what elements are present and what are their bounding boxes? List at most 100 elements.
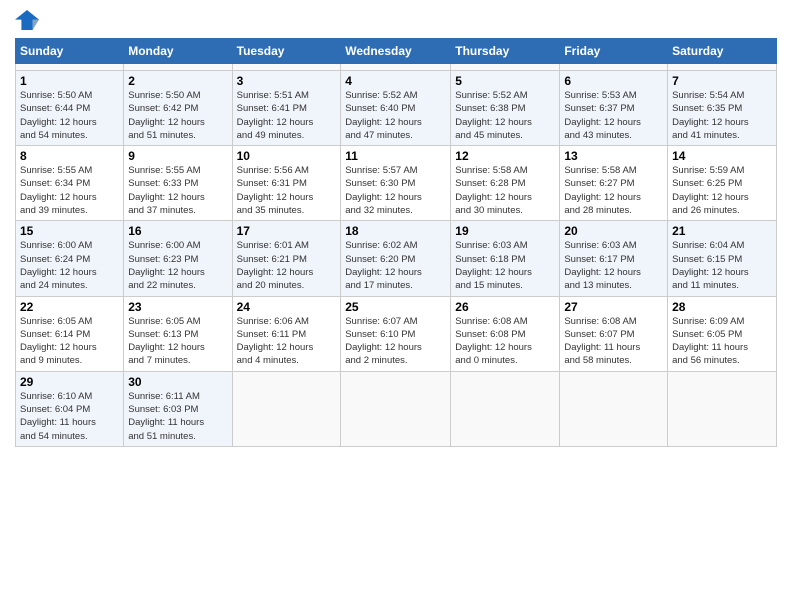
- calendar-cell: 4Sunrise: 5:52 AM Sunset: 6:40 PM Daylig…: [341, 71, 451, 146]
- day-info: Sunrise: 5:53 AM Sunset: 6:37 PM Dayligh…: [564, 89, 663, 142]
- col-header-tuesday: Tuesday: [232, 39, 341, 64]
- day-info: Sunrise: 5:50 AM Sunset: 6:44 PM Dayligh…: [20, 89, 119, 142]
- day-info: Sunrise: 6:00 AM Sunset: 6:23 PM Dayligh…: [128, 239, 227, 292]
- day-number: 18: [345, 224, 446, 238]
- day-number: 25: [345, 300, 446, 314]
- col-header-monday: Monday: [124, 39, 232, 64]
- calendar-cell: [560, 64, 668, 71]
- day-info: Sunrise: 6:06 AM Sunset: 6:11 PM Dayligh…: [237, 315, 337, 368]
- calendar-cell: 11Sunrise: 5:57 AM Sunset: 6:30 PM Dayli…: [341, 146, 451, 221]
- calendar-cell: [341, 64, 451, 71]
- calendar-cell: 23Sunrise: 6:05 AM Sunset: 6:13 PM Dayli…: [124, 296, 232, 371]
- day-info: Sunrise: 5:50 AM Sunset: 6:42 PM Dayligh…: [128, 89, 227, 142]
- col-header-saturday: Saturday: [668, 39, 777, 64]
- calendar-cell: 24Sunrise: 6:06 AM Sunset: 6:11 PM Dayli…: [232, 296, 341, 371]
- calendar-cell: 5Sunrise: 5:52 AM Sunset: 6:38 PM Daylig…: [451, 71, 560, 146]
- day-info: Sunrise: 5:55 AM Sunset: 6:34 PM Dayligh…: [20, 164, 119, 217]
- day-info: Sunrise: 6:09 AM Sunset: 6:05 PM Dayligh…: [672, 315, 772, 368]
- calendar-cell: 17Sunrise: 6:01 AM Sunset: 6:21 PM Dayli…: [232, 221, 341, 296]
- calendar-cell: 20Sunrise: 6:03 AM Sunset: 6:17 PM Dayli…: [560, 221, 668, 296]
- day-number: 21: [672, 224, 772, 238]
- day-number: 8: [20, 149, 119, 163]
- day-number: 17: [237, 224, 337, 238]
- day-number: 29: [20, 375, 119, 389]
- calendar-cell: 2Sunrise: 5:50 AM Sunset: 6:42 PM Daylig…: [124, 71, 232, 146]
- day-number: 1: [20, 74, 119, 88]
- calendar-cell: 30Sunrise: 6:11 AM Sunset: 6:03 PM Dayli…: [124, 371, 232, 446]
- week-row: 1Sunrise: 5:50 AM Sunset: 6:44 PM Daylig…: [16, 71, 777, 146]
- calendar-cell: 26Sunrise: 6:08 AM Sunset: 6:08 PM Dayli…: [451, 296, 560, 371]
- day-number: 26: [455, 300, 555, 314]
- calendar-cell: 12Sunrise: 5:58 AM Sunset: 6:28 PM Dayli…: [451, 146, 560, 221]
- week-row: 22Sunrise: 6:05 AM Sunset: 6:14 PM Dayli…: [16, 296, 777, 371]
- day-number: 14: [672, 149, 772, 163]
- day-info: Sunrise: 5:58 AM Sunset: 6:28 PM Dayligh…: [455, 164, 555, 217]
- col-header-wednesday: Wednesday: [341, 39, 451, 64]
- day-number: 30: [128, 375, 227, 389]
- day-number: 22: [20, 300, 119, 314]
- calendar-cell: [124, 64, 232, 71]
- day-number: 7: [672, 74, 772, 88]
- calendar-cell: 14Sunrise: 5:59 AM Sunset: 6:25 PM Dayli…: [668, 146, 777, 221]
- day-number: 6: [564, 74, 663, 88]
- calendar-cell: 7Sunrise: 5:54 AM Sunset: 6:35 PM Daylig…: [668, 71, 777, 146]
- calendar-cell: 13Sunrise: 5:58 AM Sunset: 6:27 PM Dayli…: [560, 146, 668, 221]
- header: [15, 10, 777, 30]
- day-number: 28: [672, 300, 772, 314]
- calendar-cell: [341, 371, 451, 446]
- calendar-cell: [668, 64, 777, 71]
- logo: [15, 10, 43, 30]
- main-container: SundayMondayTuesdayWednesdayThursdayFrid…: [0, 0, 792, 457]
- calendar-cell: [668, 371, 777, 446]
- week-row: 29Sunrise: 6:10 AM Sunset: 6:04 PM Dayli…: [16, 371, 777, 446]
- day-number: 11: [345, 149, 446, 163]
- day-info: Sunrise: 5:54 AM Sunset: 6:35 PM Dayligh…: [672, 89, 772, 142]
- day-info: Sunrise: 5:52 AM Sunset: 6:40 PM Dayligh…: [345, 89, 446, 142]
- day-number: 12: [455, 149, 555, 163]
- calendar-cell: [560, 371, 668, 446]
- calendar-cell: 3Sunrise: 5:51 AM Sunset: 6:41 PM Daylig…: [232, 71, 341, 146]
- day-number: 16: [128, 224, 227, 238]
- calendar-cell: 21Sunrise: 6:04 AM Sunset: 6:15 PM Dayli…: [668, 221, 777, 296]
- day-number: 3: [237, 74, 337, 88]
- day-info: Sunrise: 5:57 AM Sunset: 6:30 PM Dayligh…: [345, 164, 446, 217]
- day-info: Sunrise: 5:59 AM Sunset: 6:25 PM Dayligh…: [672, 164, 772, 217]
- week-row: [16, 64, 777, 71]
- day-info: Sunrise: 6:07 AM Sunset: 6:10 PM Dayligh…: [345, 315, 446, 368]
- calendar-cell: [232, 64, 341, 71]
- day-info: Sunrise: 6:05 AM Sunset: 6:14 PM Dayligh…: [20, 315, 119, 368]
- day-number: 2: [128, 74, 227, 88]
- week-row: 15Sunrise: 6:00 AM Sunset: 6:24 PM Dayli…: [16, 221, 777, 296]
- day-info: Sunrise: 6:11 AM Sunset: 6:03 PM Dayligh…: [128, 390, 227, 443]
- day-info: Sunrise: 6:01 AM Sunset: 6:21 PM Dayligh…: [237, 239, 337, 292]
- day-number: 27: [564, 300, 663, 314]
- day-number: 5: [455, 74, 555, 88]
- calendar-cell: [232, 371, 341, 446]
- week-row: 8Sunrise: 5:55 AM Sunset: 6:34 PM Daylig…: [16, 146, 777, 221]
- calendar-cell: 29Sunrise: 6:10 AM Sunset: 6:04 PM Dayli…: [16, 371, 124, 446]
- calendar-cell: [16, 64, 124, 71]
- calendar-cell: 25Sunrise: 6:07 AM Sunset: 6:10 PM Dayli…: [341, 296, 451, 371]
- logo-icon: [15, 10, 39, 30]
- header-row: SundayMondayTuesdayWednesdayThursdayFrid…: [16, 39, 777, 64]
- day-info: Sunrise: 6:08 AM Sunset: 6:08 PM Dayligh…: [455, 315, 555, 368]
- day-info: Sunrise: 6:00 AM Sunset: 6:24 PM Dayligh…: [20, 239, 119, 292]
- calendar-cell: 22Sunrise: 6:05 AM Sunset: 6:14 PM Dayli…: [16, 296, 124, 371]
- calendar-cell: [451, 371, 560, 446]
- day-info: Sunrise: 6:03 AM Sunset: 6:18 PM Dayligh…: [455, 239, 555, 292]
- col-header-friday: Friday: [560, 39, 668, 64]
- day-info: Sunrise: 6:04 AM Sunset: 6:15 PM Dayligh…: [672, 239, 772, 292]
- calendar-cell: 28Sunrise: 6:09 AM Sunset: 6:05 PM Dayli…: [668, 296, 777, 371]
- calendar-table: SundayMondayTuesdayWednesdayThursdayFrid…: [15, 38, 777, 447]
- calendar-cell: 15Sunrise: 6:00 AM Sunset: 6:24 PM Dayli…: [16, 221, 124, 296]
- day-number: 10: [237, 149, 337, 163]
- calendar-cell: 1Sunrise: 5:50 AM Sunset: 6:44 PM Daylig…: [16, 71, 124, 146]
- calendar-cell: [451, 64, 560, 71]
- day-info: Sunrise: 5:52 AM Sunset: 6:38 PM Dayligh…: [455, 89, 555, 142]
- day-info: Sunrise: 6:10 AM Sunset: 6:04 PM Dayligh…: [20, 390, 119, 443]
- day-number: 15: [20, 224, 119, 238]
- calendar-cell: 27Sunrise: 6:08 AM Sunset: 6:07 PM Dayli…: [560, 296, 668, 371]
- day-number: 24: [237, 300, 337, 314]
- calendar-cell: 8Sunrise: 5:55 AM Sunset: 6:34 PM Daylig…: [16, 146, 124, 221]
- day-info: Sunrise: 6:03 AM Sunset: 6:17 PM Dayligh…: [564, 239, 663, 292]
